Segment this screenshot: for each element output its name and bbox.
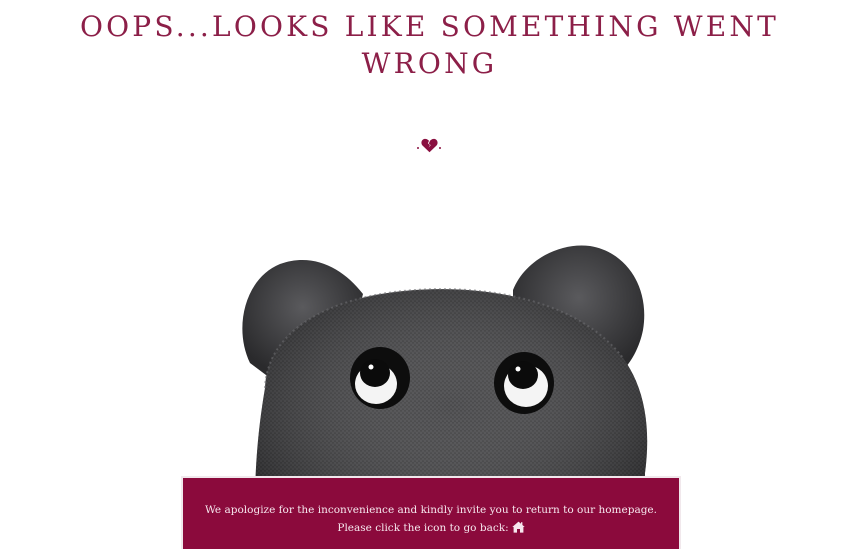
home-icon[interactable]: [511, 521, 525, 539]
error-title: OOPS...LOOKS LIKE SOMETHING WENT WRONG: [79, 10, 779, 80]
back-instruction-text: Please click the icon to go back:: [337, 522, 509, 534]
divider-dot-right: [439, 147, 441, 149]
bear-left-eye: [350, 347, 410, 409]
heart-divider: [412, 136, 446, 156]
divider-dot-left: [417, 147, 419, 149]
error-page: OOPS...LOOKS LIKE SOMETHING WENT WRONG W…: [0, 0, 859, 549]
apology-message: We apologize for the inconvenience and k…: [205, 504, 657, 516]
bear-right-eye: [494, 352, 554, 414]
broken-heart-icon: [421, 138, 438, 153]
back-instruction: Please click the icon to go back:: [183, 519, 679, 539]
return-home-banner: We apologize for the inconvenience and k…: [181, 476, 681, 549]
